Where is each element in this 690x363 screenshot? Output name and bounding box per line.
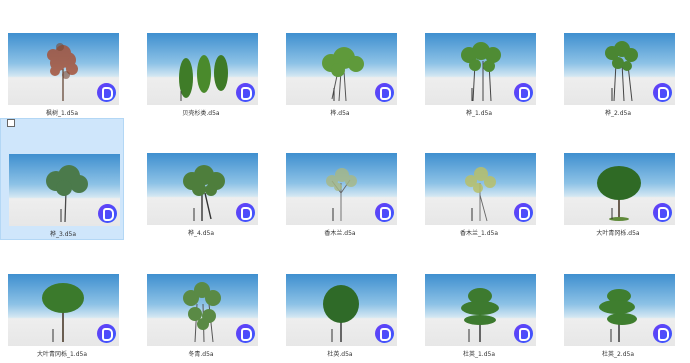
file-tile[interactable]: 桦_1.d5a — [417, 0, 541, 122]
file-tile[interactable]: 冬青.d5a — [139, 241, 263, 363]
thumbnail — [425, 274, 536, 346]
d5-app-icon — [514, 324, 533, 343]
file-name: 大叶青冈栎.d5a — [596, 230, 640, 237]
file-tile[interactable]: 香木兰_1.d5a — [417, 120, 541, 242]
d5-app-icon — [98, 204, 117, 223]
file-name: 贝壳杉类.d5a — [182, 110, 220, 117]
d5-app-icon — [375, 83, 394, 102]
file-name: 桦_1.d5a — [465, 110, 493, 117]
file-tile[interactable]: 桦_2.d5a — [556, 0, 680, 122]
file-name: 杜英_1.d5a — [462, 351, 496, 358]
file-name: 桦_4.d5a — [187, 230, 215, 237]
thumbnail — [147, 153, 258, 225]
file-name: 香木兰.d5a — [324, 230, 356, 237]
file-name: 杜英.d5a — [327, 351, 353, 358]
file-name: 杜英_2.d5a — [601, 351, 635, 358]
d5-app-icon — [97, 324, 116, 343]
file-tile[interactable]: 大叶青冈栎.d5a — [556, 120, 680, 242]
thumbnail — [8, 33, 119, 105]
file-tile[interactable]: 杜英_2.d5a — [556, 241, 680, 363]
file-tile[interactable]: 贝壳杉类.d5a — [139, 0, 263, 122]
select-checkbox[interactable] — [7, 119, 15, 127]
file-tile[interactable]: 香木兰.d5a — [278, 120, 402, 242]
d5-app-icon — [236, 203, 255, 222]
d5-app-icon — [653, 324, 672, 343]
file-tile[interactable]: 杜英_1.d5a — [417, 241, 541, 363]
thumbnail — [286, 33, 397, 105]
d5-app-icon — [236, 324, 255, 343]
file-tile[interactable]: 枫树_1.d5a — [0, 0, 124, 122]
d5-app-icon — [653, 203, 672, 222]
file-tile[interactable]: 大叶青冈栎_1.d5a — [0, 241, 124, 363]
thumbnail — [286, 274, 397, 346]
thumbnail — [8, 274, 119, 346]
file-name: 香木兰_1.d5a — [459, 230, 499, 237]
file-tile[interactable]: 杜英.d5a — [278, 241, 402, 363]
file-name: 桦_3.d5a — [49, 231, 77, 238]
thumbnail — [9, 154, 120, 226]
thumbnail — [425, 33, 536, 105]
d5-app-icon — [97, 83, 116, 102]
file-name: 大叶青冈栎_1.d5a — [36, 351, 88, 358]
thumbnail — [147, 33, 258, 105]
thumbnail — [286, 153, 397, 225]
thumbnail — [147, 274, 258, 346]
file-tile-selected[interactable]: 桦_3.d5a — [0, 118, 124, 240]
thumbnail — [564, 274, 675, 346]
d5-app-icon — [653, 83, 672, 102]
d5-app-icon — [375, 203, 394, 222]
file-tile[interactable]: 桦.d5a — [278, 0, 402, 122]
d5-app-icon — [236, 83, 255, 102]
file-name: 桦.d5a — [330, 110, 350, 117]
file-grid: 枫树_1.d5a 贝壳杉类.d5a 桦.d5a 桦_1.d5a 桦_2.d5a … — [0, 0, 690, 362]
thumbnail — [564, 33, 675, 105]
thumbnail — [425, 153, 536, 225]
d5-app-icon — [375, 324, 394, 343]
file-name: 枫树_1.d5a — [45, 110, 79, 117]
d5-app-icon — [514, 203, 533, 222]
file-name: 桦_2.d5a — [604, 110, 632, 117]
file-tile[interactable]: 桦_4.d5a — [139, 120, 263, 242]
d5-app-icon — [514, 83, 533, 102]
file-name: 冬青.d5a — [188, 351, 214, 358]
thumbnail — [564, 153, 675, 225]
